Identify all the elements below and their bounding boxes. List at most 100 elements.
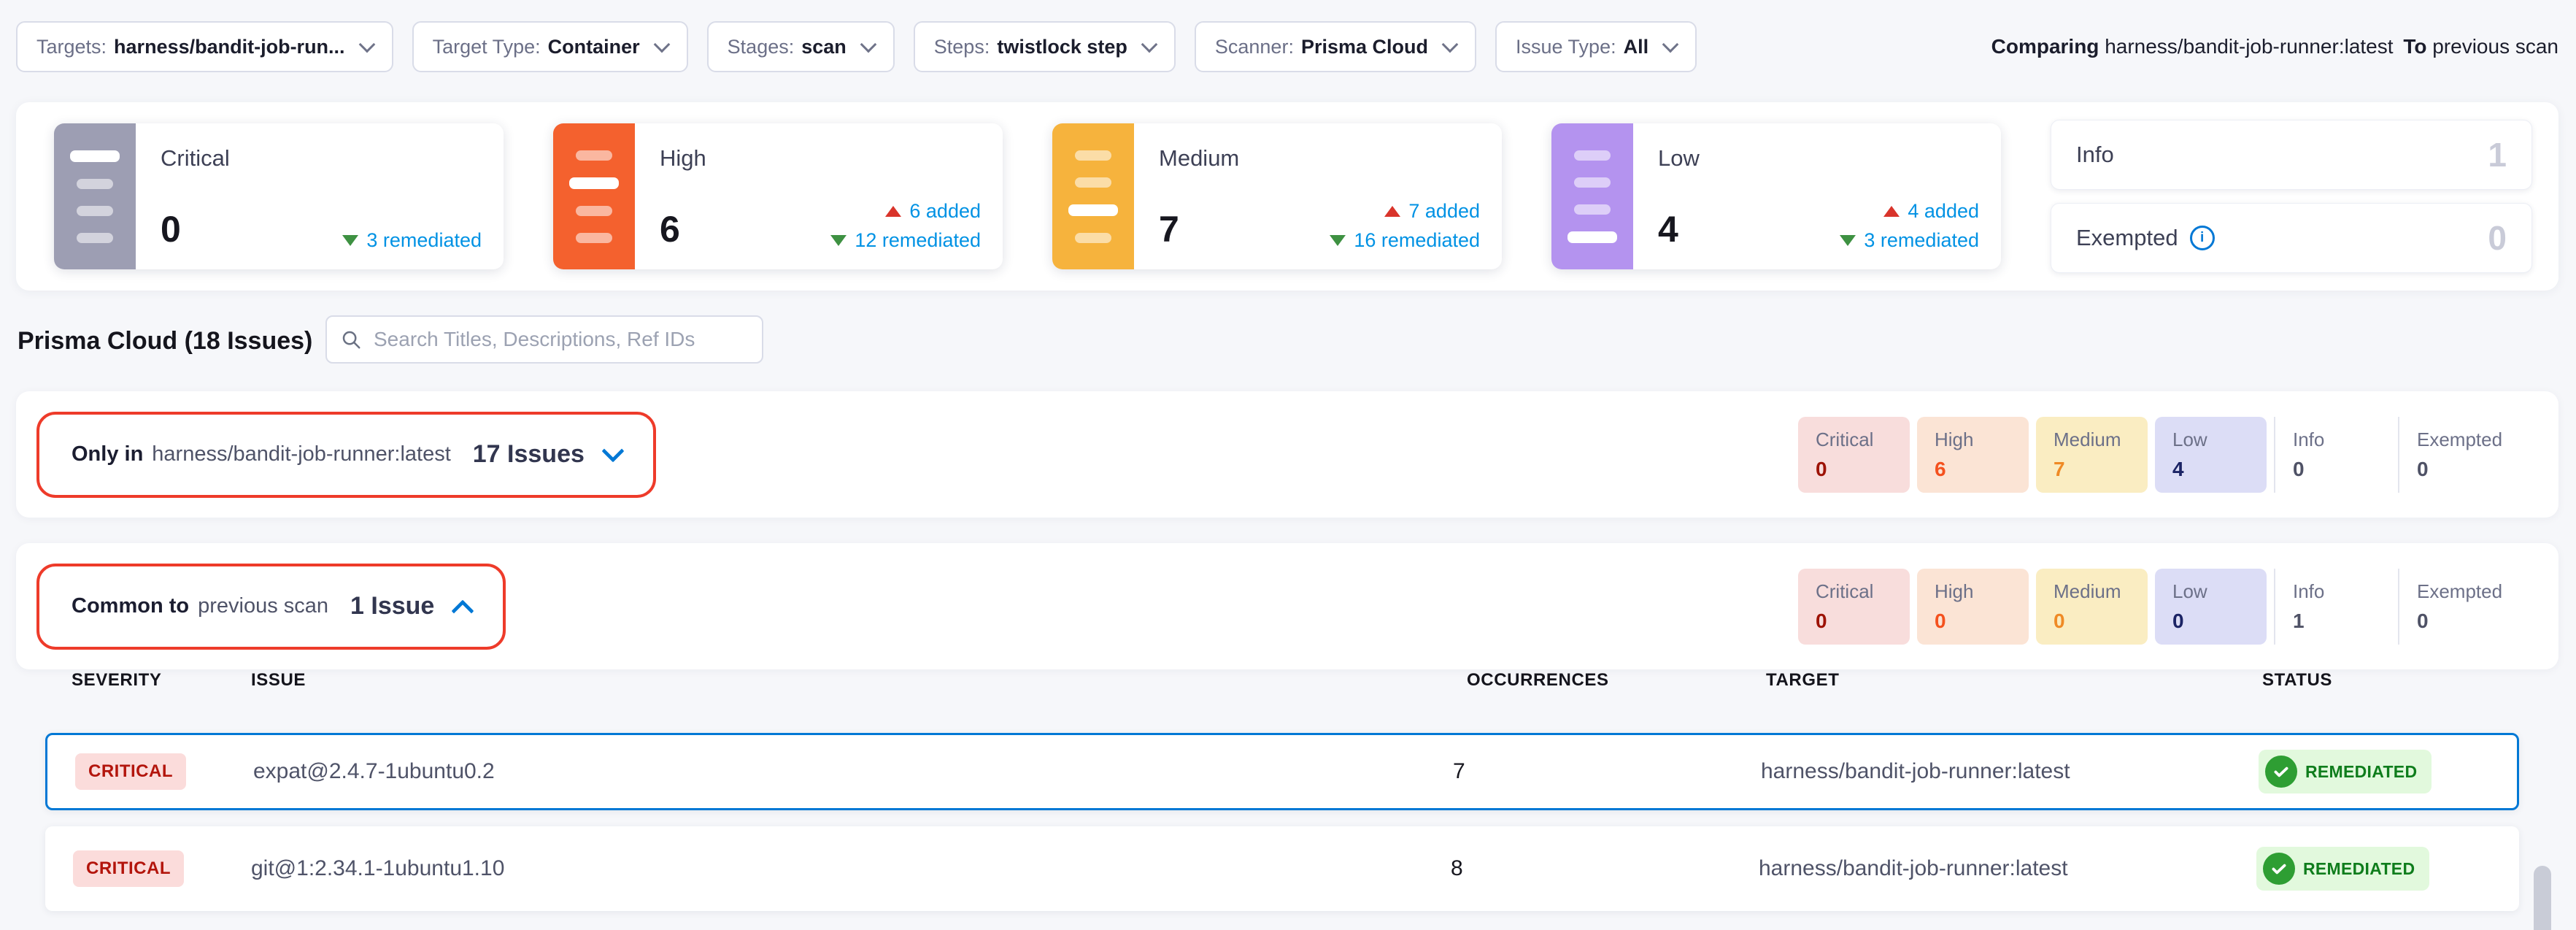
filter-value: harness/bandit-job-run... — [114, 36, 345, 58]
remediated-stat[interactable]: 3 remediated — [1840, 229, 1979, 252]
comparing-prefix: Comparing — [1991, 35, 2099, 58]
severity-summary-panel: Critical 0 3 remediated High 6 6 added — [16, 102, 2558, 291]
severity-card-count: 7 — [1159, 208, 1179, 250]
remediated-stat[interactable]: 3 remediated — [342, 229, 482, 252]
chip-label: Low — [2172, 429, 2267, 451]
filter-target-type[interactable]: Target Type: Container — [412, 21, 688, 72]
group-issue-count: 1 Issue — [350, 592, 434, 620]
chip-high: High 6 — [1917, 417, 2029, 493]
chip-label: Info — [2293, 429, 2391, 451]
page-title: Prisma Cloud (18 Issues) — [18, 327, 312, 356]
added-stat[interactable]: 4 added — [1883, 200, 1979, 223]
filter-bar: Targets: harness/bandit-job-run... Targe… — [16, 20, 2558, 73]
chip-label: Info — [2293, 580, 2391, 603]
table-row[interactable]: CRITICAL git@1:2.34.1-1ubuntu1.10 8 harn… — [45, 826, 2519, 911]
column-header-target: TARGET — [1766, 670, 1839, 691]
exempted-label-text: Exempted — [2076, 225, 2178, 251]
severity-card-medium: Medium 7 7 added 16 remediated — [1052, 123, 1502, 269]
severity-cell: CRITICAL — [75, 753, 186, 790]
issue-cell: expat@2.4.7-1ubuntu0.2 — [253, 759, 495, 784]
added-label: 7 added — [1408, 200, 1480, 223]
chip-label: Critical — [1816, 580, 1910, 603]
chip-label: High — [1935, 429, 2029, 451]
severity-chips: Critical 0 High 6 Medium 7 Low 4 Info 0 … — [1798, 417, 2522, 493]
filter-label: Stages: — [728, 36, 795, 58]
search-icon — [340, 328, 362, 350]
triangle-down-icon — [1330, 235, 1346, 246]
filter-label: Target Type: — [433, 36, 541, 58]
group-prefix: Only in — [72, 442, 143, 466]
severity-badge: CRITICAL — [75, 753, 186, 790]
chip-exempted: Exempted 0 — [2398, 569, 2522, 645]
filter-steps[interactable]: Steps: twistlock step — [914, 21, 1176, 72]
severity-card-count: 0 — [161, 208, 181, 250]
vertical-scrollbar-thumb[interactable] — [2534, 866, 2551, 930]
group-only-in: Only in harness/bandit-job-runner:latest… — [16, 391, 2558, 518]
severity-card-title: Low — [1658, 145, 1700, 172]
severity-badge: CRITICAL — [73, 850, 184, 887]
remediated-label: 16 remediated — [1354, 229, 1480, 252]
chip-value: 0 — [1935, 610, 2029, 633]
group-target-name: previous scan — [198, 594, 328, 618]
filter-scanner[interactable]: Scanner: Prisma Cloud — [1195, 21, 1476, 72]
only-in-collapse-header[interactable]: Only in harness/bandit-job-runner:latest… — [36, 412, 656, 498]
filter-value: scan — [801, 36, 847, 58]
security-scan-comparison-page: Targets: harness/bandit-job-run... Targe… — [0, 0, 2576, 930]
occurrences-cell: 7 — [1453, 759, 1465, 784]
exempted-card: Exempted i 0 — [2051, 203, 2532, 273]
chip-label: High — [1935, 580, 2029, 603]
filter-value: Container — [548, 36, 640, 58]
chip-value: 0 — [1816, 610, 1910, 633]
chevron-down-icon — [860, 36, 876, 53]
info-exempted-stack: Info 1 Exempted i 0 — [2051, 120, 2532, 273]
occurrences-cell: 8 — [1451, 856, 1463, 881]
triangle-down-icon — [830, 235, 847, 246]
severity-cell: CRITICAL — [73, 850, 184, 887]
remediated-stat[interactable]: 12 remediated — [830, 229, 981, 252]
target-cell: harness/bandit-job-runner:latest — [1759, 856, 2068, 881]
chip-label: Exempted — [2417, 429, 2522, 451]
triangle-up-icon — [885, 206, 901, 217]
status-cell: REMEDIATED — [2256, 847, 2429, 891]
status-label: REMEDIATED — [2305, 762, 2417, 782]
filter-label: Scanner: — [1215, 36, 1294, 58]
chevron-down-icon — [653, 36, 670, 53]
issue-cell: git@1:2.34.1-1ubuntu1.10 — [251, 856, 504, 881]
filter-targets[interactable]: Targets: harness/bandit-job-run... — [16, 21, 393, 72]
exempted-card-label: Exempted i — [2076, 225, 2215, 251]
filter-issue-type[interactable]: Issue Type: All — [1495, 21, 1697, 72]
filter-value: twistlock step — [997, 36, 1127, 58]
remediated-stat[interactable]: 16 remediated — [1330, 229, 1480, 252]
chip-low: Low 0 — [2155, 569, 2267, 645]
group-issue-count: 17 Issues — [473, 440, 585, 469]
chevron-down-icon — [1141, 36, 1158, 53]
chip-low: Low 4 — [2155, 417, 2267, 493]
chip-value: 0 — [2417, 458, 2522, 481]
info-icon[interactable]: i — [2190, 226, 2215, 250]
column-header-issue: ISSUE — [251, 670, 306, 691]
chip-label: Critical — [1816, 429, 1910, 451]
severity-card-high: High 6 6 added 12 remediated — [553, 123, 1003, 269]
severity-bars-icon — [1052, 123, 1134, 269]
severity-card-title: Medium — [1159, 145, 1239, 172]
chip-label: Low — [2172, 580, 2267, 603]
severity-card-low: Low 4 4 added 3 remediated — [1551, 123, 2001, 269]
table-row[interactable]: CRITICAL expat@2.4.7-1ubuntu0.2 7 harnes… — [45, 733, 2519, 810]
column-header-status: STATUS — [2262, 670, 2332, 691]
status-label: REMEDIATED — [2303, 859, 2415, 879]
search-input[interactable] — [372, 327, 749, 352]
chip-medium: Medium 0 — [2036, 569, 2148, 645]
common-to-collapse-header[interactable]: Common to previous scan 1 Issue — [36, 564, 506, 650]
chip-high: High 0 — [1917, 569, 2029, 645]
added-stat[interactable]: 6 added — [885, 200, 981, 223]
chip-value: 0 — [2054, 610, 2148, 633]
exempted-card-count: 0 — [2488, 218, 2507, 258]
search-box — [325, 315, 763, 364]
chip-value: 6 — [1935, 458, 2029, 481]
filter-stages[interactable]: Stages: scan — [707, 21, 895, 72]
info-card-label: Info — [2076, 142, 2114, 168]
column-header-occurrences: OCCURRENCES — [1467, 670, 1609, 691]
added-stat[interactable]: 7 added — [1384, 200, 1480, 223]
severity-card-deltas: 3 remediated — [342, 229, 482, 252]
severity-card-count: 6 — [660, 208, 680, 250]
